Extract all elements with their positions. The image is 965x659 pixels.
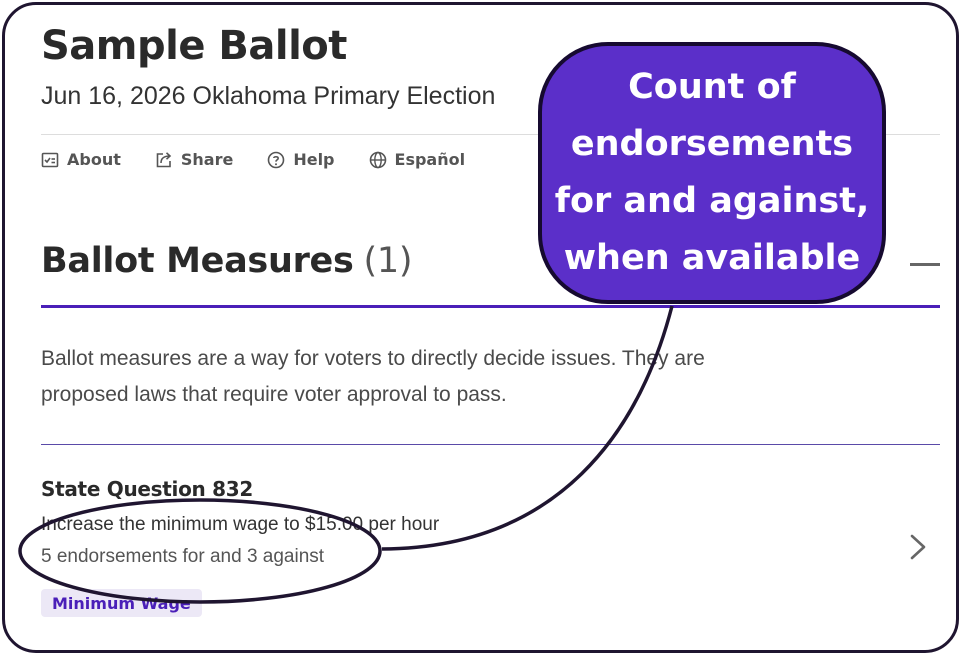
ballot-nav: About Share Help Español <box>41 150 499 169</box>
nav-share-button[interactable]: Share <box>155 150 233 169</box>
annotation-callout-text: Count of endorsements for and against, w… <box>554 67 870 278</box>
section-divider <box>41 305 940 308</box>
page-title: Sample Ballot <box>41 23 347 69</box>
measure-divider <box>41 444 940 445</box>
globe-icon <box>369 151 387 169</box>
measure-description: Increase the minimum wage to $15.00 per … <box>41 514 440 535</box>
section-heading: Ballot Measures (1) <box>41 241 413 281</box>
nav-help-label: Help <box>293 150 335 169</box>
nav-about-button[interactable]: About <box>41 150 121 169</box>
topic-tag[interactable]: Minimum Wage <box>41 589 202 617</box>
annotation-callout: Count of endorsements for and against, w… <box>538 42 886 304</box>
help-icon <box>267 151 285 169</box>
endorsement-count: 5 endorsements for and 3 against <box>41 546 325 567</box>
nav-about-label: About <box>67 150 121 169</box>
chevron-right-icon[interactable] <box>905 533 931 561</box>
section-description: Ballot measures are a way for voters to … <box>41 347 705 406</box>
section-title: Ballot Measures <box>41 241 354 281</box>
measure-title[interactable]: State Question 832 <box>41 477 253 501</box>
section-count: (1) <box>363 241 413 281</box>
nav-help-button[interactable]: Help <box>267 150 335 169</box>
share-icon <box>155 151 173 169</box>
election-subtitle: Jun 16, 2026 Oklahoma Primary Election <box>41 82 496 110</box>
nav-share-label: Share <box>180 150 234 169</box>
nav-language-button[interactable]: Español <box>369 150 466 169</box>
nav-language-label: Español <box>394 150 466 169</box>
collapse-section-button[interactable] <box>910 263 940 266</box>
checklist-icon <box>41 151 59 169</box>
